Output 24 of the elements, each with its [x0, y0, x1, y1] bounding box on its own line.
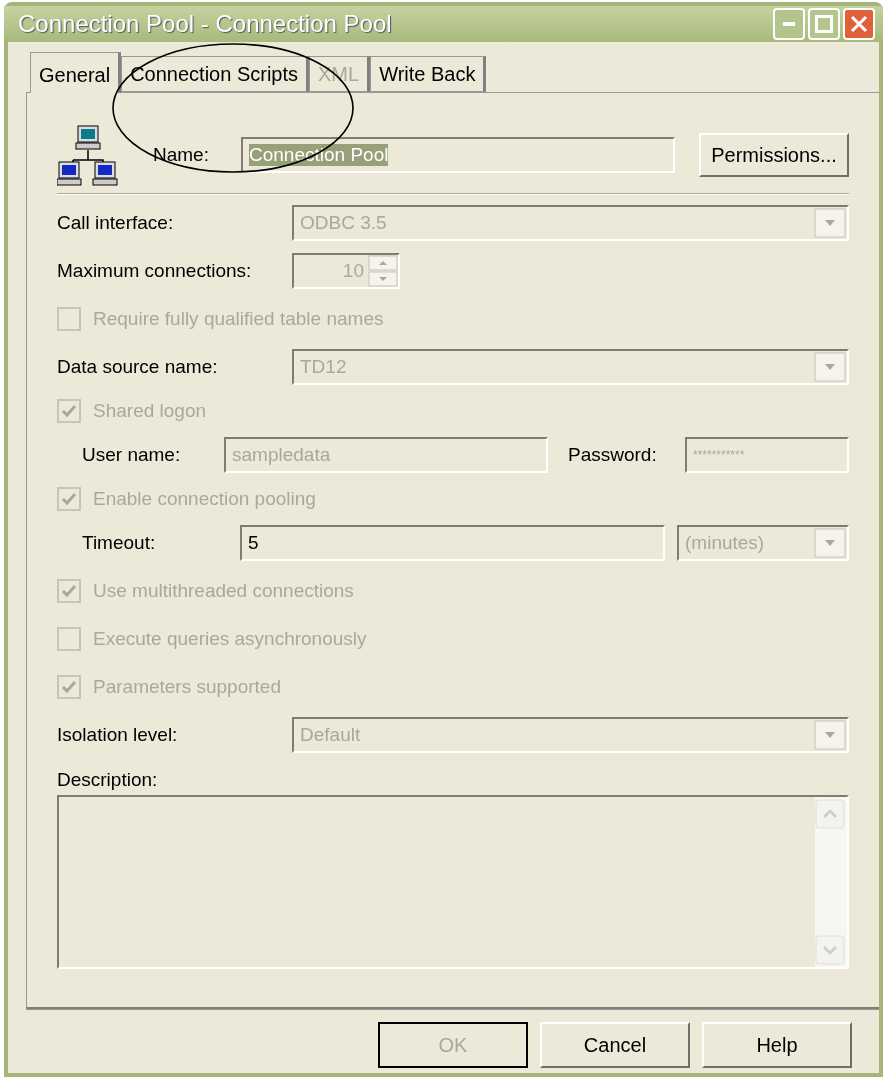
window-title: Connection Pool - Connection Pool [18, 10, 393, 38]
dialog-button[interactable]: Cancel [540, 1022, 690, 1068]
checkbox-label: Require fully qualified table names [93, 308, 384, 330]
field-label: Isolation level: [57, 724, 179, 746]
description-label: Description: [57, 769, 159, 791]
field-label: User name: [82, 444, 182, 466]
tab[interactable]: General [30, 52, 122, 93]
field-label: Data source name: [57, 356, 219, 378]
field-label: Password: [568, 444, 658, 466]
dropdown[interactable]: (minutes) [677, 525, 849, 561]
name-label: Name: [153, 144, 210, 166]
field-label: Maximum connections: [57, 260, 253, 282]
field-label: Timeout: [82, 532, 157, 554]
checkbox-label: Parameters supported [93, 676, 281, 698]
dialog-button[interactable]: Help [702, 1022, 852, 1068]
checkbox-label: Use multithreaded connections [93, 580, 354, 602]
timeout-field[interactable]: 5 [240, 525, 665, 561]
tab[interactable]: Connection Scripts [121, 56, 310, 92]
checkbox-label: Execute queries asynchronously [93, 628, 367, 650]
tab[interactable]: Write Back [370, 56, 487, 92]
checkbox-label: Enable connection pooling [93, 488, 316, 510]
permissions-button[interactable]: Permissions... [699, 133, 849, 177]
field-label: Call interface: [57, 212, 175, 234]
checkbox-label: Shared logon [93, 400, 207, 422]
